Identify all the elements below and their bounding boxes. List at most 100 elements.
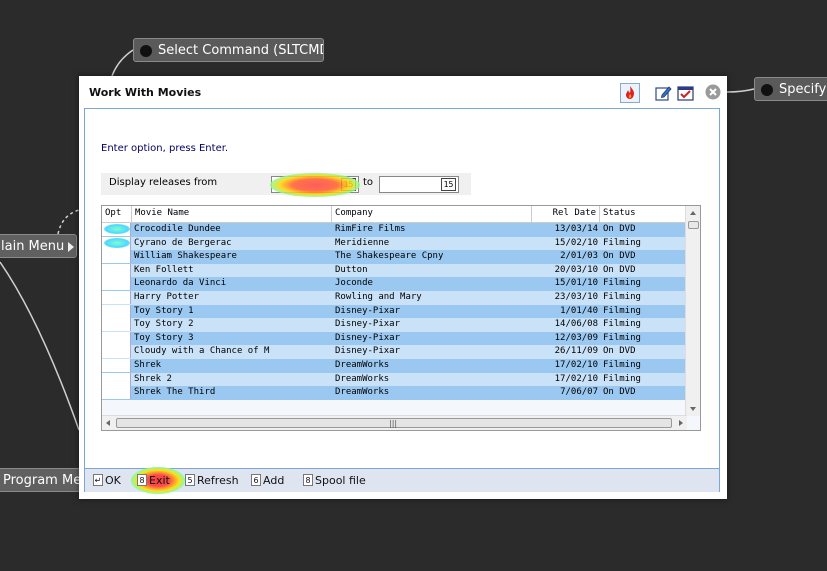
option-input[interactable] xyxy=(102,358,131,372)
movie-name-cell: Toy Story 1 xyxy=(134,305,194,316)
attention-heatmap-blob xyxy=(104,224,130,234)
function-key-icon: 5 xyxy=(185,474,195,486)
scroll-left-icon[interactable] xyxy=(106,420,110,426)
option-input[interactable] xyxy=(102,386,131,400)
function-key-icon: 6 xyxy=(251,474,261,486)
status-cell: Filming xyxy=(603,319,641,330)
to-label: to xyxy=(363,177,374,188)
add-label: Add xyxy=(263,474,285,487)
scroll-up-icon[interactable] xyxy=(690,211,696,215)
option-input[interactable] xyxy=(102,331,131,345)
date-to-input[interactable]: 15 xyxy=(379,176,459,193)
release-date-cell: 26/11/09 xyxy=(554,346,598,357)
option-input[interactable] xyxy=(102,345,131,359)
flow-node-label: lain Menu xyxy=(1,239,65,254)
release-date-cell: 20/03/10 xyxy=(554,264,598,275)
status-cell: On DVD xyxy=(603,264,636,275)
movie-name-cell: Shrek xyxy=(134,359,162,370)
table-row[interactable]: Toy Story 2 Disney-Pixar 14/06/08 Filming xyxy=(102,318,685,332)
scroll-right-icon[interactable] xyxy=(679,420,683,426)
company-cell: DreamWorks xyxy=(335,373,390,384)
column-header-rel-date[interactable]: Rel Date xyxy=(532,206,600,222)
exit-label: Exit xyxy=(149,474,170,487)
column-header-opt[interactable]: Opt xyxy=(102,206,132,222)
option-input[interactable] xyxy=(102,277,131,291)
option-input[interactable] xyxy=(102,250,131,264)
column-header-company[interactable]: Company xyxy=(332,206,532,222)
release-date-cell: 17/02/10 xyxy=(554,359,598,370)
content-panel: Enter option, press Enter. Display relea… xyxy=(84,108,720,492)
release-date-cell: 15/01/10 xyxy=(554,278,598,289)
movie-name-cell: Cyrano de Bergerac xyxy=(134,237,232,248)
release-date-cell: 23/03/10 xyxy=(554,291,598,302)
release-date-cell: 17/02/10 xyxy=(554,373,598,384)
table-row[interactable]: Shrek The Third DreamWorks 7/06/07 On DVD xyxy=(102,386,685,400)
edit-icon[interactable] xyxy=(654,83,674,103)
release-date-cell: 13/03/14 xyxy=(554,224,598,234)
scroll-down-icon[interactable] xyxy=(690,407,696,411)
table-row[interactable]: Crocodile Dundee RimFire Films 13/03/14 On … xyxy=(102,223,685,237)
status-cell: Filming xyxy=(603,278,641,289)
table-row[interactable]: Cloudy with a Chance of M Disney-Pixar 26/… xyxy=(102,345,685,359)
vertical-scroll-thumb[interactable] xyxy=(688,221,699,229)
table-row[interactable]: Leonardo da Vinci Joconde 15/01/10 Filming xyxy=(102,277,685,291)
vertical-scrollbar[interactable] xyxy=(685,206,700,416)
expand-arrow-icon[interactable] xyxy=(68,242,74,252)
exit-button[interactable]: 8 Exit xyxy=(137,474,170,490)
movie-name-cell: Cloudy with a Chance of M xyxy=(134,346,270,357)
option-input[interactable] xyxy=(102,372,131,386)
instruction-text: Enter option, press Enter. xyxy=(101,143,229,154)
table-row[interactable]: Shrek 2 DreamWorks 17/02/10 Filming xyxy=(102,372,685,387)
status-cell: Filming xyxy=(603,332,641,343)
table-row[interactable]: Toy Story 1 Disney-Pixar 1/01/40 Filming xyxy=(102,304,685,319)
refresh-button[interactable]: 5 Refresh xyxy=(185,474,239,490)
movie-name-cell: William Shakespeare xyxy=(134,251,237,262)
checklist-icon[interactable] xyxy=(676,83,696,103)
movie-name-cell: Ken Follett xyxy=(134,264,194,275)
table-row[interactable]: Ken Follett Dutton 20/03/10 On DVD xyxy=(102,263,685,278)
column-header-movie-name[interactable]: Movie Name xyxy=(132,206,332,222)
flame-icon[interactable] xyxy=(620,83,640,103)
flow-node-label: Select Command (SLTCMD) xyxy=(158,43,324,58)
status-cell: On DVD xyxy=(603,387,636,398)
release-date-cell: 12/03/09 xyxy=(554,332,598,343)
attention-heatmap-blob xyxy=(104,237,130,248)
column-header-status[interactable]: Status xyxy=(600,206,687,222)
close-icon[interactable] xyxy=(704,83,724,103)
table-row[interactable]: William Shakespeare The Shakespeare Cpny 2… xyxy=(102,250,685,264)
option-input[interactable] xyxy=(102,318,131,332)
company-cell: The Shakespeare Cpny xyxy=(335,251,444,262)
table-row[interactable]: Cyrano de Bergerac Meridienne 15/02/10 Film… xyxy=(102,236,685,251)
ok-button[interactable]: ↵ OK xyxy=(93,474,121,490)
flow-node-program-messages[interactable]: Program Mes xyxy=(0,468,82,492)
function-key-bar: ↵ OK 8 Exit 5 Refresh 6 Add 8 Spool file xyxy=(85,467,719,494)
company-cell: Disney-Pixar xyxy=(335,305,401,316)
flow-node-specify[interactable]: Specify V xyxy=(754,77,827,101)
status-cell: Filming xyxy=(603,291,641,302)
status-cell: On DVD xyxy=(603,224,636,234)
horizontal-scroll-thumb[interactable]: ||| xyxy=(116,418,672,428)
horizontal-scrollbar[interactable]: ||| xyxy=(102,415,687,430)
option-input[interactable] xyxy=(102,263,131,277)
dialog-title: Work With Movies xyxy=(89,86,202,99)
node-dot-icon xyxy=(140,45,152,57)
flow-node-main-menu[interactable]: lain Menu xyxy=(0,234,77,258)
release-date-cell: 1/01/40 xyxy=(560,305,598,316)
option-input[interactable] xyxy=(102,290,131,304)
filter-label: Display releases from xyxy=(109,177,218,188)
table-row[interactable]: Harry Potter Rowling and Mary 23/03/10 Film… xyxy=(102,290,685,305)
table-row[interactable]: Toy Story 3 Disney-Pixar 12/03/09 Filming xyxy=(102,331,685,346)
movie-name-cell: Harry Potter xyxy=(134,291,200,302)
company-cell: DreamWorks xyxy=(335,387,390,398)
company-cell: Joconde xyxy=(335,278,373,289)
calendar-icon[interactable]: 15 xyxy=(441,178,456,191)
add-button[interactable]: 6 Add xyxy=(251,474,284,490)
movies-table: Opt Movie Name Company Rel Date Status C… xyxy=(101,205,701,431)
spool-file-button[interactable]: 8 Spool file xyxy=(303,474,366,490)
flow-node-select-command[interactable]: Select Command (SLTCMD) xyxy=(133,38,324,62)
node-dot-icon xyxy=(761,84,773,96)
release-date-cell: 7/06/07 xyxy=(560,387,598,398)
option-input[interactable] xyxy=(102,304,131,318)
table-row[interactable]: Shrek DreamWorks 17/02/10 Filming xyxy=(102,358,685,373)
grip-icon: ||| xyxy=(389,419,398,428)
